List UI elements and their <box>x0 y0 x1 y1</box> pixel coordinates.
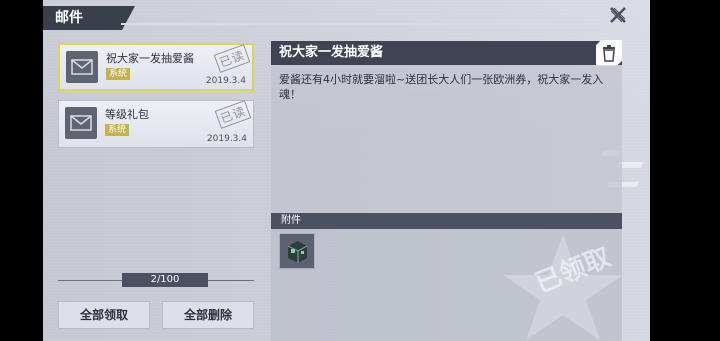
envelope-icon <box>66 51 98 83</box>
mail-subject: 祝大家一发抽爱酱 <box>106 52 194 65</box>
claim-all-button[interactable]: 全部领取 <box>58 301 150 329</box>
title-divider <box>121 23 650 25</box>
page-title: 邮件 <box>43 6 135 30</box>
mail-list-item[interactable]: 祝大家一发抽爱酱 系统 2019.3.4 已读 <box>58 43 254 91</box>
pager-line-left <box>58 280 122 281</box>
mail-tag: 系统 <box>105 124 130 136</box>
page-counter: 2/100 <box>122 273 208 287</box>
attachment-label: 附件 <box>271 213 622 229</box>
pager-line-right <box>208 280 254 281</box>
mail-detail-text: 爱酱还有4小时就要溜啦~送团长大人们一张欧洲券，祝大家一发入魂！ <box>279 73 604 101</box>
trash-icon[interactable] <box>596 40 622 66</box>
close-icon[interactable] <box>606 5 630 27</box>
attachment-item[interactable] <box>279 233 315 269</box>
mail-list-item[interactable]: 等级礼包 系统 2019.3.4 已读 <box>58 100 254 148</box>
mail-date: 2019.3.4 <box>205 76 246 86</box>
mail-window: 邮件 祝大家一发抽爱酱 系统 2019.3.4 已读 等级礼包 系统 2019.… <box>43 0 650 341</box>
read-stamp: 已读 <box>214 100 252 129</box>
mail-tag: 系统 <box>106 68 131 80</box>
ticket-cube-icon <box>280 234 314 268</box>
mail-detail-title: 祝大家一发抽爱酱 <box>271 41 622 65</box>
mail-date: 2019.3.4 <box>206 134 247 144</box>
screen-edge-right <box>650 0 720 341</box>
mail-subject: 等级礼包 <box>105 108 149 121</box>
delete-all-button[interactable]: 全部删除 <box>162 301 254 329</box>
envelope-icon <box>65 107 97 139</box>
read-stamp: 已读 <box>213 44 251 73</box>
screen-edge-left <box>0 0 43 341</box>
